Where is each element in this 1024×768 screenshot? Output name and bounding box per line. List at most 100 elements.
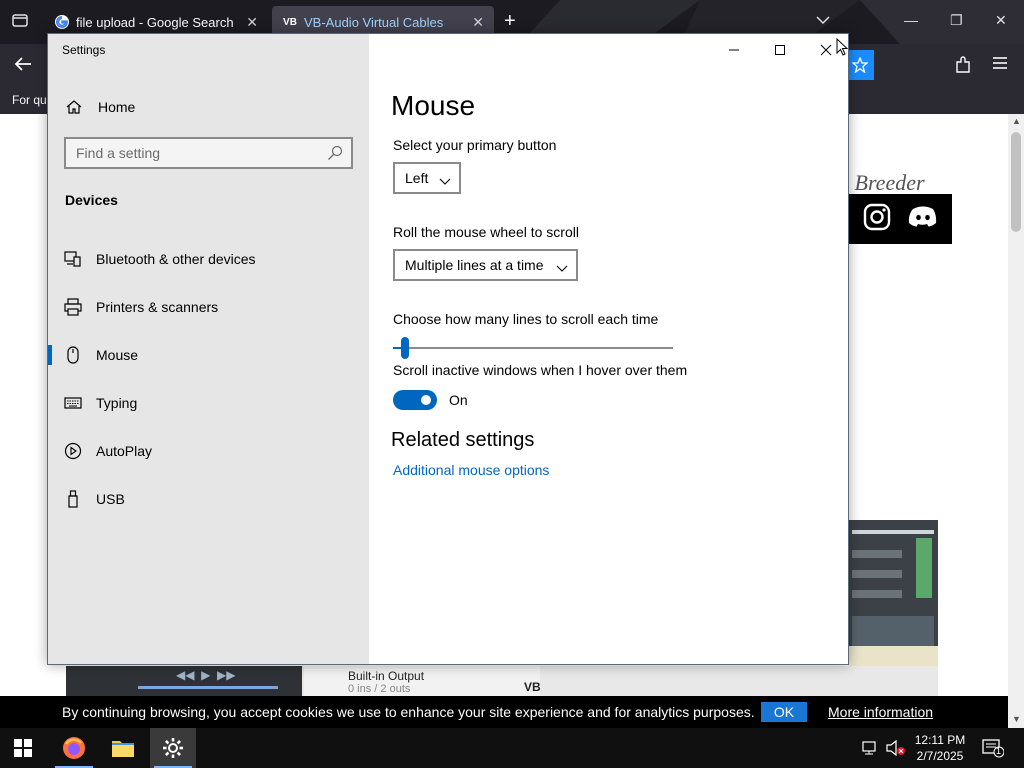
nav-item-printers[interactable]: Printers & scanners (48, 287, 369, 327)
nav-group-title: Devices (65, 192, 118, 208)
keyboard-icon (64, 394, 82, 412)
network-icon[interactable] (862, 740, 880, 761)
bluetooth-devices-icon (64, 250, 82, 268)
scroll-down-icon[interactable]: ▼ (1012, 714, 1021, 724)
mouse-cursor (836, 37, 849, 61)
home-icon (66, 99, 84, 115)
toggle-knob (421, 395, 431, 405)
chevron-down-icon[interactable] (816, 12, 830, 30)
nav-item-autoplay[interactable]: AutoPlay (48, 431, 369, 471)
start-button[interactable] (0, 728, 46, 768)
cookie-more-info-link[interactable]: More information (828, 704, 933, 720)
wheel-scroll-label: Roll the mouse wheel to scroll (393, 224, 579, 240)
page-title: Mouse (391, 90, 476, 121)
taskbar: 12:11 PM 2/7/2025 1 (0, 728, 1024, 768)
notification-count: 1 (996, 746, 1002, 756)
firefox-taskbar-button[interactable] (51, 728, 97, 768)
search-placeholder: Find a setting (76, 145, 161, 161)
google-icon (54, 14, 70, 30)
back-icon[interactable] (14, 56, 32, 77)
site-tagline: d Breeder (838, 170, 925, 195)
mixer-screenshot (848, 520, 938, 680)
inactive-scroll-toggle[interactable] (393, 390, 437, 410)
find-setting-input[interactable]: Find a setting (64, 137, 353, 169)
notifications-icon[interactable]: 1 (982, 738, 1005, 763)
search-icon[interactable] (327, 145, 343, 164)
cookie-ok-button[interactable]: OK (761, 702, 807, 722)
mixer-faders (848, 530, 938, 680)
nav-home-label: Home (98, 99, 136, 115)
nav-item-label: Bluetooth & other devices (96, 251, 256, 267)
gear-icon (163, 738, 183, 758)
mixer-output-sub: 0 ins / 2 outs (348, 683, 411, 695)
settings-content: Mouse Select your primary button Left Ro… (391, 34, 831, 664)
autoplay-icon (64, 442, 82, 460)
discord-icon[interactable] (908, 205, 938, 234)
scroll-up-icon[interactable]: ▲ (1012, 116, 1021, 126)
menu-icon[interactable] (992, 56, 1008, 75)
cookie-text: By continuing browsing, you accept cooki… (62, 704, 755, 720)
nav-item-label: USB (96, 491, 125, 507)
new-tab-icon[interactable]: + (504, 10, 516, 33)
close-tab-icon[interactable]: ✕ (246, 14, 258, 31)
inactive-scroll-label: Scroll inactive windows when I hover ove… (393, 362, 688, 378)
clock-time: 12:11 PM (914, 733, 966, 747)
lines-to-scroll-label: Choose how many lines to scroll each tim… (393, 311, 659, 327)
cookie-banner: By continuing browsing, you accept cooki… (0, 696, 1008, 728)
nav-item-label: Printers & scanners (96, 299, 219, 315)
settings-taskbar-button[interactable] (150, 728, 196, 768)
vb-label: VB (524, 680, 541, 694)
settings-window: Settings Home Find a setting Devices Blu… (47, 33, 849, 665)
windows-icon (14, 739, 32, 757)
taskbar-clock[interactable]: 12:11 PM 2/7/2025 (912, 732, 968, 764)
nav-item-typing[interactable]: Typing (48, 383, 369, 423)
nav-home[interactable]: Home (48, 90, 369, 124)
mixer-output-panel: Built-in Output 0 ins / 2 outs (304, 666, 540, 696)
primary-button-value: Left (405, 170, 429, 186)
nav-item-usb[interactable]: USB (48, 479, 369, 519)
close-icon[interactable]: ✕ (995, 12, 1007, 29)
nav-item-mouse[interactable]: Mouse (48, 335, 369, 375)
vb-icon: VB (283, 16, 297, 28)
firefox-icon (63, 737, 85, 759)
tab-title: file upload - Google Search (76, 14, 234, 30)
mixer-output-title: Built-in Output (348, 669, 425, 683)
related-settings-title: Related settings (391, 429, 535, 451)
social-links (848, 194, 952, 244)
primary-button-label: Select your primary button (393, 137, 557, 153)
scroll-thumb[interactable] (1011, 132, 1021, 232)
info-bar-text: For qu (12, 93, 47, 107)
slider-track (393, 347, 673, 349)
chevron-down-icon (439, 173, 451, 189)
clock-date: 2/7/2025 (916, 749, 964, 763)
window-title: Settings (62, 43, 106, 57)
tab-title: VB-Audio Virtual Cables (304, 14, 444, 30)
additional-mouse-options-link[interactable]: Additional mouse options (393, 462, 549, 478)
firefox-view-icon[interactable] (12, 12, 28, 31)
printer-icon (64, 298, 82, 316)
volume-muted-icon[interactable] (886, 739, 906, 761)
folder-icon (112, 741, 134, 757)
chevron-down-icon (556, 260, 568, 276)
bookmark-star-icon[interactable] (846, 50, 874, 80)
nav-item-label: AutoPlay (96, 443, 153, 459)
usb-icon (64, 490, 82, 508)
wheel-scroll-dropdown[interactable]: Multiple lines at a time (393, 249, 578, 281)
lines-to-scroll-slider[interactable] (393, 337, 673, 359)
slider-thumb[interactable] (401, 337, 409, 359)
page-scrollbar[interactable]: ▲ ▼ (1008, 114, 1024, 730)
primary-button-dropdown[interactable]: Left (393, 162, 461, 194)
slider-fill (393, 347, 401, 349)
file-explorer-taskbar-button[interactable] (100, 728, 146, 768)
wheel-scroll-value: Multiple lines at a time (405, 257, 544, 273)
mixer-transport: ◀◀ ▶ ▶▶ (66, 666, 302, 696)
instagram-icon[interactable] (863, 203, 891, 236)
restore-icon[interactable]: ❐ (950, 12, 963, 29)
extensions-icon[interactable] (955, 56, 971, 79)
nav-item-bluetooth[interactable]: Bluetooth & other devices (48, 239, 369, 279)
nav-item-label: Typing (96, 395, 138, 411)
close-tab-icon[interactable]: ✕ (472, 14, 484, 31)
minimize-icon[interactable]: — (904, 12, 918, 28)
nav-item-label: Mouse (96, 347, 139, 363)
settings-nav-pane: Settings Home Find a setting Devices Blu… (48, 34, 369, 664)
